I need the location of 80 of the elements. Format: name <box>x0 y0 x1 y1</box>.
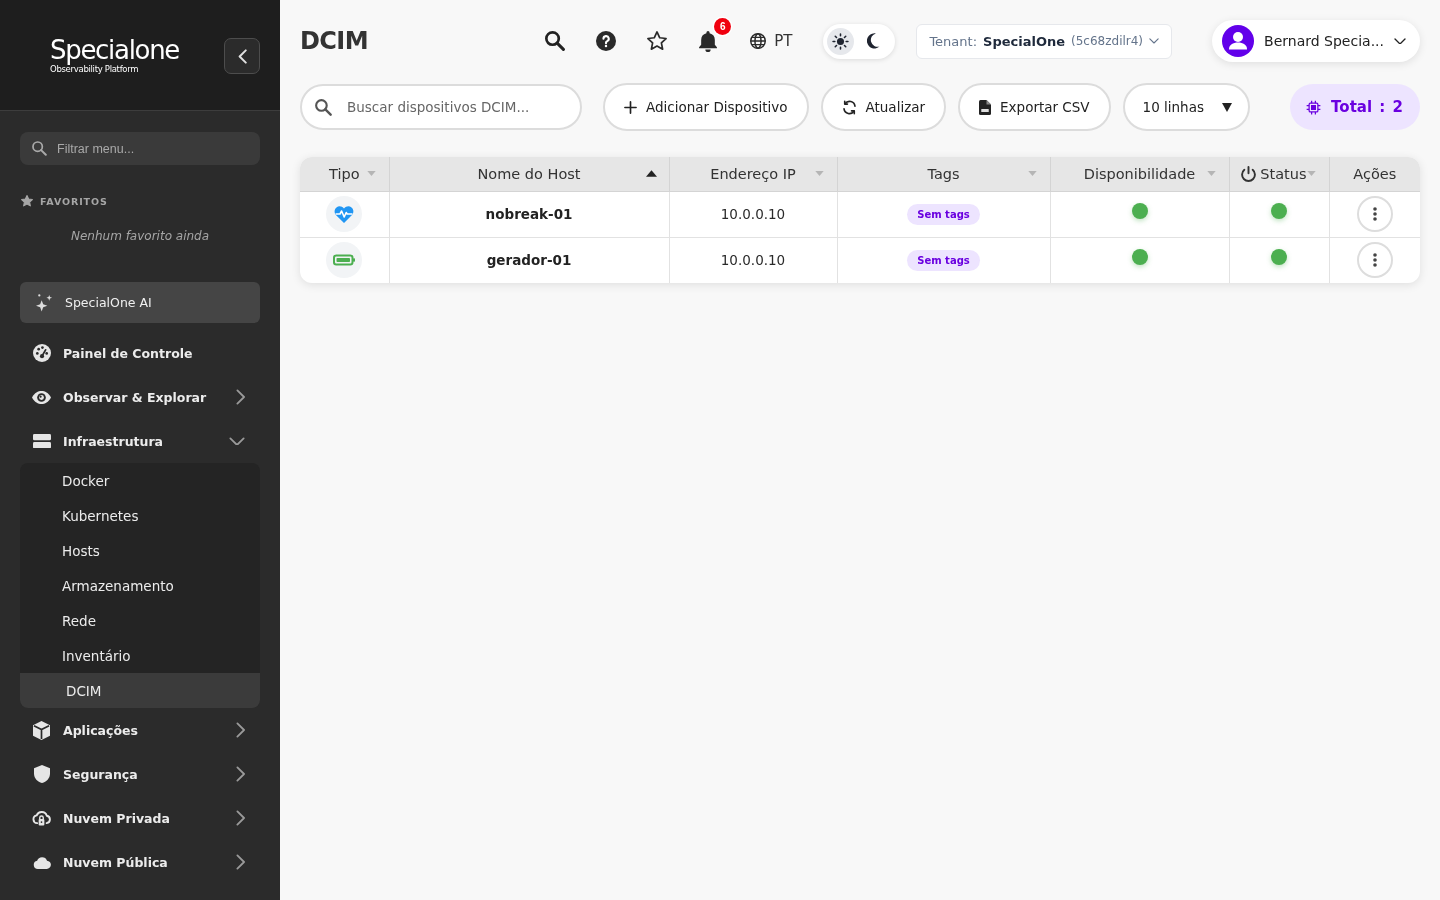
favorites-heading: FAVORITOS <box>40 195 108 207</box>
page-title: DCIM <box>300 27 368 55</box>
user-menu-button[interactable]: Bernard Specia... <box>1212 20 1420 62</box>
more-actions-button[interactable] <box>1356 196 1393 232</box>
refresh-icon <box>841 99 857 115</box>
total-count-text: Total : 2 <box>1330 98 1404 116</box>
nav-subitem[interactable]: Inventário <box>20 638 260 673</box>
nav-subitem[interactable]: Docker <box>20 463 260 498</box>
more-actions-button[interactable] <box>1356 242 1393 279</box>
table-cell: gerador-01 <box>389 237 669 283</box>
search-icon <box>545 31 566 51</box>
nav-item[interactable]: Segurança <box>20 752 260 796</box>
plus-icon <box>624 100 637 114</box>
help-icon <box>596 31 617 51</box>
tag-chip: Sem tags <box>907 203 980 225</box>
nav-subitem[interactable]: Armazenamento <box>20 568 260 603</box>
add-device-button[interactable]: Adicionar Dispositivo <box>603 83 809 131</box>
column-header[interactable]: Tags <box>837 157 1050 191</box>
nav-item[interactable]: Painel de Controle <box>20 331 260 375</box>
column-header: Ações <box>1329 157 1420 191</box>
column-header[interactable]: Status <box>1229 157 1329 191</box>
vertical-dots-icon <box>1372 207 1377 221</box>
filter-field[interactable]: Filtrar menu... <box>20 132 260 165</box>
sparkle-icon <box>36 293 53 312</box>
nav-subitem[interactable]: Kubernetes <box>20 498 260 533</box>
gauge-icon <box>32 344 51 362</box>
table-cell: 10.0.0.10 <box>669 237 837 283</box>
tag-chip: Sem tags <box>907 249 980 271</box>
nav-item[interactable]: Nuvem Pública <box>20 840 260 884</box>
nav-item[interactable]: Aplicações <box>20 708 260 752</box>
chevron-left-icon <box>237 48 247 64</box>
export-csv-button[interactable]: Exportar CSV <box>958 83 1111 131</box>
star-icon <box>21 195 33 207</box>
bell-icon <box>699 30 718 52</box>
cube-icon <box>33 720 50 740</box>
rows-per-page-select[interactable]: 10 linhas <box>1122 83 1250 131</box>
shield-icon <box>33 765 50 783</box>
cloud-lock-icon <box>32 810 51 826</box>
table-cell: nobreak-01 <box>389 191 669 237</box>
table-cell: 10.0.0.10 <box>669 191 837 237</box>
search-icon <box>32 141 47 156</box>
language-selector[interactable]: PT <box>746 23 797 59</box>
server-icon <box>32 433 51 449</box>
column-header[interactable]: Disponibilidade <box>1050 157 1229 191</box>
column-header[interactable]: Tipo <box>300 157 389 191</box>
user-avatar-icon <box>1222 25 1255 57</box>
eye-icon <box>32 390 51 404</box>
logo-wordmark: Specialone <box>50 36 180 64</box>
file-icon <box>979 99 992 115</box>
tenant-selector[interactable]: Tenant: SpecialOne (5c68zdilr4) <box>916 23 1173 59</box>
nav-subitem[interactable]: Hosts <box>20 533 260 568</box>
logo-tagline: Observability Platform <box>50 64 139 74</box>
power-icon <box>1241 165 1257 182</box>
vertical-dots-icon <box>1372 253 1377 268</box>
chevron-down-icon <box>1149 38 1160 44</box>
column-header[interactable]: Nome do Host <box>389 157 669 191</box>
chip-icon <box>1306 99 1322 115</box>
nav-item[interactable]: Observar & Explorar <box>20 375 260 419</box>
search-icon <box>315 98 332 116</box>
star-icon <box>647 31 668 51</box>
favorites-empty-text: Nenhum favorito ainda <box>69 229 211 244</box>
globe-icon <box>750 33 767 49</box>
nav-item[interactable]: Infraestrutura <box>20 419 260 463</box>
cloud-icon <box>32 855 51 869</box>
nav-subitem[interactable]: DCIM <box>20 673 260 708</box>
nav-item[interactable]: Nuvem Privada <box>20 796 260 840</box>
sun-icon <box>832 32 850 50</box>
refresh-button[interactable]: Atualizar <box>820 83 947 131</box>
nav-subitem[interactable]: Rede <box>20 603 260 638</box>
ai-assistant-button[interactable]: SpecialOne AI <box>20 282 260 323</box>
chevron-down-icon <box>1394 37 1406 45</box>
collapse-sidebar-button[interactable] <box>224 38 260 74</box>
light-theme-button[interactable] <box>827 27 855 55</box>
heart-pulse-icon <box>326 196 363 232</box>
battery-icon <box>326 242 363 279</box>
column-header[interactable]: Endereço IP <box>669 157 837 191</box>
device-search-field[interactable]: Buscar dispositivos DCIM... <box>300 84 582 130</box>
caret-down-icon <box>1222 102 1232 112</box>
notification-count: 6 <box>714 18 732 35</box>
moon-icon <box>867 33 881 49</box>
